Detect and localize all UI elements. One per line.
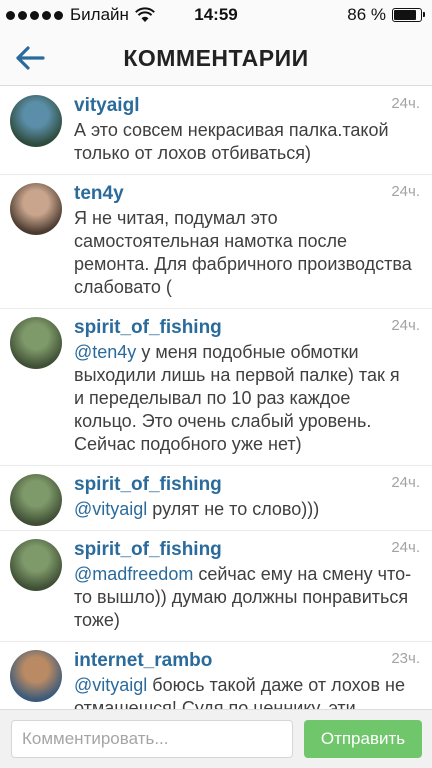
comment-item: spirit_of_fishing 24ч. @ten4y у меня подоб… [0, 309, 432, 466]
comment-text: @vityaigl рулят не то слово))) [74, 498, 422, 521]
comment-text: Я не читая, подумал это самостоятельная … [74, 207, 422, 299]
comment-item: spirit_of_fishing 24ч. @madfreedom сейчас … [0, 531, 432, 642]
mention-link[interactable]: @madfreedom [74, 564, 193, 584]
send-button[interactable]: Отправить [304, 720, 422, 758]
battery-percentage: 86 % [347, 5, 386, 24]
comments-list: vityaigl 24ч. А это совсем некрасивая палк… [0, 87, 432, 709]
comment-text: А это совсем некрасивая палка.такой толь… [74, 119, 422, 165]
comment-item: spirit_of_fishing 24ч. @vityaigl рулят не … [0, 466, 432, 531]
avatar[interactable] [10, 95, 62, 147]
avatar[interactable] [10, 650, 62, 702]
comment-item: internet_rambo 23ч. @vityaigl боюсь такой … [0, 642, 432, 709]
username-link[interactable]: ten4y [74, 182, 422, 206]
username-link[interactable]: internet_rambo [74, 649, 422, 673]
mention-link[interactable]: @ten4y [74, 342, 136, 362]
comment-timestamp: 23ч. [391, 650, 420, 667]
comment-timestamp: 24ч. [391, 539, 420, 556]
comment-text: @vityaigl боюсь такой даже от лохов не о… [74, 674, 422, 709]
navigation-header: КОММЕНТАРИИ [0, 30, 432, 86]
comment-body: Я не читая, подумал это самостоятельная … [74, 208, 412, 297]
username-link[interactable]: spirit_of_fishing [74, 538, 422, 562]
avatar[interactable] [10, 317, 62, 369]
comment-timestamp: 24ч. [391, 183, 420, 200]
comment-item: vityaigl 24ч. А это совсем некрасивая палк… [0, 87, 432, 175]
page-title: КОММЕНТАРИИ [123, 45, 309, 71]
comment-timestamp: 24ч. [391, 317, 420, 334]
avatar[interactable] [10, 183, 62, 235]
mention-link[interactable]: @vityaigl [74, 499, 147, 519]
comment-text: @ten4y у меня подобные обмотки выходили … [74, 341, 422, 456]
comment-timestamp: 24ч. [391, 95, 420, 112]
comment-item: ten4y 24ч. Я не читая, подумал это самосто… [0, 175, 432, 309]
battery-icon [392, 8, 425, 22]
comment-text: @madfreedom сейчас ему на смену что-то в… [74, 563, 422, 632]
comment-body: рулят не то слово))) [147, 499, 320, 519]
comment-composer: Отправить [0, 709, 432, 768]
avatar[interactable] [10, 539, 62, 591]
username-link[interactable]: spirit_of_fishing [74, 316, 422, 340]
mention-link[interactable]: @vityaigl [74, 675, 147, 695]
status-bar: Билайн 14:59 86 % [0, 0, 432, 30]
username-link[interactable]: vityaigl [74, 94, 422, 118]
comment-timestamp: 24ч. [391, 474, 420, 491]
battery-level-fill [394, 10, 416, 20]
avatar[interactable] [10, 474, 62, 526]
comment-input[interactable] [11, 720, 293, 758]
comment-body: А это совсем некрасивая палка.такой толь… [74, 120, 389, 163]
username-link[interactable]: spirit_of_fishing [74, 473, 422, 497]
